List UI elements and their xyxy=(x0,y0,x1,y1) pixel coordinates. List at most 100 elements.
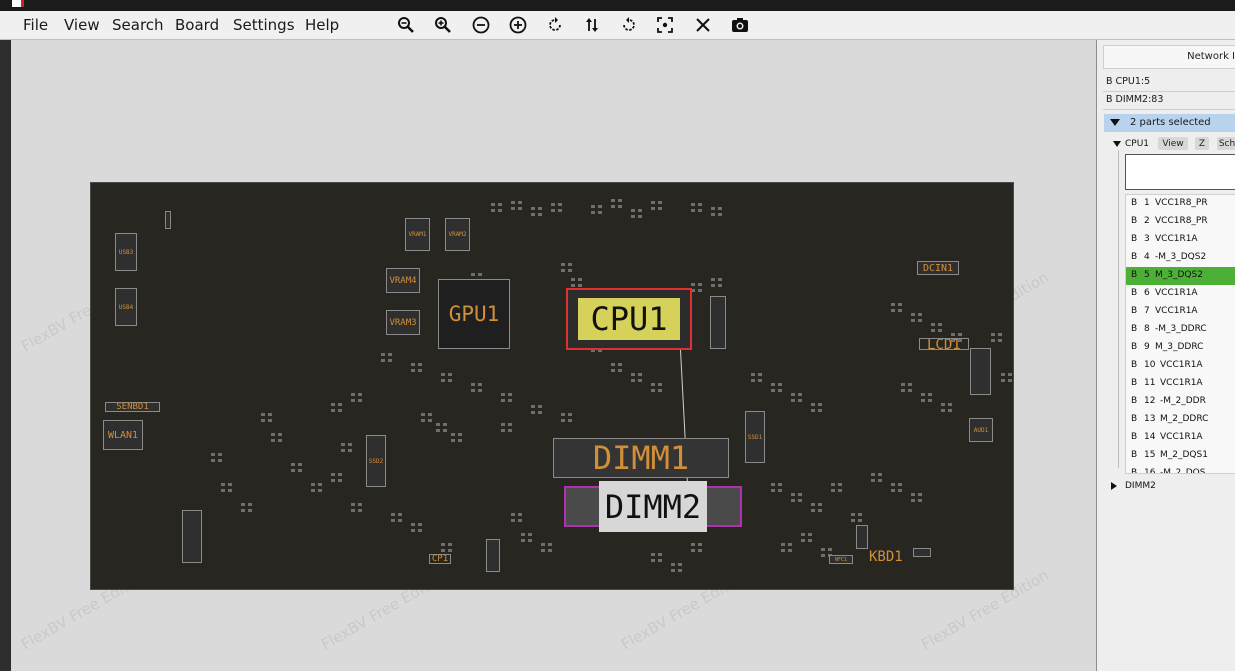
fit-screen-icon[interactable] xyxy=(656,16,674,34)
pad xyxy=(568,419,572,422)
menu-file[interactable]: File xyxy=(23,16,48,34)
pin-list[interactable]: B 1 VCC1R8_PR B 2 VCC1R8_PR B 3 VCC1R1A B 4 -M_3_DQ… xyxy=(1125,194,1235,474)
pin-row[interactable]: B 14 VCC1R1A xyxy=(1126,429,1235,448)
pin-number: 4 xyxy=(1144,252,1150,262)
menu-settings[interactable]: Settings xyxy=(233,16,295,34)
close-icon[interactable] xyxy=(694,16,712,34)
pad xyxy=(501,423,505,426)
network-tab[interactable]: Network I xyxy=(1103,45,1235,69)
pin-row[interactable]: B 6 VCC1R1A xyxy=(1126,285,1235,304)
pin-row[interactable]: B 1 VCC1R8_PR xyxy=(1126,195,1235,214)
rotate-ccw-icon[interactable] xyxy=(546,16,564,34)
vram4-chip[interactable]: VRAM4 xyxy=(386,268,420,293)
nfc1-connector[interactable]: NFC1 xyxy=(829,555,853,564)
battery-connector[interactable] xyxy=(182,510,202,563)
pad xyxy=(818,409,822,412)
pad xyxy=(498,203,502,206)
pad xyxy=(278,433,282,436)
menu-help[interactable]: Help xyxy=(305,16,339,34)
pad xyxy=(871,473,875,476)
ssd1-label: SSD1 xyxy=(747,433,763,441)
pad xyxy=(991,333,995,336)
kbd-small-component[interactable] xyxy=(913,548,931,557)
gpu1-chip[interactable]: GPU1 xyxy=(438,279,510,349)
ssd1-connector[interactable]: SSD1 xyxy=(745,411,765,463)
usb3-connector[interactable]: USB3 xyxy=(115,233,137,271)
menu-board[interactable]: Board xyxy=(175,16,219,34)
pin-row[interactable]: B 10 VCC1R1A xyxy=(1126,357,1235,376)
small-component[interactable] xyxy=(165,211,171,229)
menu-search[interactable]: Search xyxy=(112,16,164,34)
rotate-cw-icon[interactable] xyxy=(620,16,638,34)
pin-net: -M_2_DDR xyxy=(1160,396,1206,406)
pad xyxy=(531,207,535,210)
zoom-out-icon[interactable] xyxy=(397,16,415,34)
dcin1-label: DCIN1 xyxy=(922,262,954,274)
dimm1-slot[interactable]: DIMM1 xyxy=(553,438,729,478)
pin-row[interactable]: B 15 M_2_DQS1 xyxy=(1126,447,1235,466)
pin-row[interactable]: B 9 M_3_DDRC xyxy=(1126,339,1235,358)
cp1-connector[interactable]: CP1 xyxy=(429,554,451,564)
pad xyxy=(338,403,342,406)
pad xyxy=(428,413,432,416)
pin-row[interactable]: B 4 -M_3_DQS2 xyxy=(1126,249,1235,268)
vram1-chip[interactable]: VRAM1 xyxy=(405,218,430,251)
lcd1-connector[interactable] xyxy=(919,338,969,350)
pad xyxy=(811,503,815,506)
pad xyxy=(388,353,392,356)
zoom-plus-icon[interactable] xyxy=(509,16,527,34)
pin-row[interactable]: B 11 VCC1R1A xyxy=(1126,375,1235,394)
cpu1-part-header[interactable]: CPU1 View Z Sch xyxy=(1103,137,1235,151)
selected-net-row[interactable]: B DIMM2:83 xyxy=(1106,94,1163,105)
board-viewport[interactable]: FlexBV Free Edition FlexBV Free Edition … xyxy=(0,40,1096,671)
nfc1-label: NFC1 xyxy=(834,556,848,563)
bottom-component[interactable] xyxy=(486,539,500,572)
pad xyxy=(851,519,855,522)
aud1-connector[interactable]: AUD1 xyxy=(969,418,993,442)
pin-row[interactable]: B 2 VCC1R8_PR xyxy=(1126,213,1235,232)
lcd-side-component[interactable] xyxy=(970,348,991,395)
view-button[interactable]: View xyxy=(1158,137,1188,150)
pin-row[interactable]: B 8 -M_3_DDRC xyxy=(1126,321,1235,340)
pin-side: B xyxy=(1131,306,1138,316)
senbd1-connector[interactable]: SENBD1 xyxy=(105,402,160,412)
dcin1-connector[interactable]: DCIN1 xyxy=(917,261,959,275)
pin-row[interactable]: B 7 VCC1R1A xyxy=(1126,303,1235,322)
dimm2-part-header[interactable]: DIMM2 xyxy=(1103,480,1235,494)
parts-selected-row[interactable]: 2 parts selected xyxy=(1104,114,1235,132)
zoom-minus-icon[interactable] xyxy=(472,16,490,34)
ssd2-connector[interactable]: SSD2 xyxy=(366,435,386,487)
wlan1-module[interactable]: WLAN1 xyxy=(103,420,143,450)
zoom-in-icon[interactable] xyxy=(434,16,452,34)
sch-button[interactable]: Sch xyxy=(1217,137,1235,150)
pin-net: VCC1R1A xyxy=(1160,360,1203,370)
pad xyxy=(671,569,675,572)
pad xyxy=(528,533,532,536)
vram2-chip[interactable]: VRAM2 xyxy=(445,218,470,251)
camera-icon[interactable] xyxy=(731,16,749,34)
cpu-side-component[interactable] xyxy=(710,296,726,349)
pad xyxy=(811,409,815,412)
pin-row[interactable]: B 13 M_2_DDRC xyxy=(1126,411,1235,430)
pin-side: B xyxy=(1131,450,1138,460)
kbd-side-component[interactable] xyxy=(856,525,868,549)
cpu1-chip[interactable]: CPU1 xyxy=(566,288,692,350)
pad xyxy=(441,549,445,552)
usb4-connector[interactable]: USB4 xyxy=(115,288,137,326)
pcb-board[interactable]: USB3 USB4 SENBD1 WLAN1 VRAM1 VRAM2 VRAM4… xyxy=(90,182,1014,590)
pad xyxy=(651,553,655,556)
pin-row[interactable]: B 5 M_3_DQS2 xyxy=(1126,267,1235,286)
pin-row[interactable]: B 3 VCC1R1A xyxy=(1126,231,1235,250)
z-button[interactable]: Z xyxy=(1195,137,1209,150)
pad xyxy=(941,403,945,406)
pin-filter-input[interactable] xyxy=(1125,154,1235,190)
selected-net-row[interactable]: B CPU1:5 xyxy=(1106,76,1150,87)
pad xyxy=(471,383,475,386)
cp1-label: CP1 xyxy=(431,554,449,564)
menu-view[interactable]: View xyxy=(64,16,100,34)
pad xyxy=(1001,379,1005,382)
pin-row[interactable]: B 12 -M_2_DDR xyxy=(1126,393,1235,412)
flip-icon[interactable] xyxy=(583,16,601,34)
pin-row[interactable]: B 16 -M_2_DQS xyxy=(1126,465,1235,473)
vram3-chip[interactable]: VRAM3 xyxy=(386,310,420,335)
